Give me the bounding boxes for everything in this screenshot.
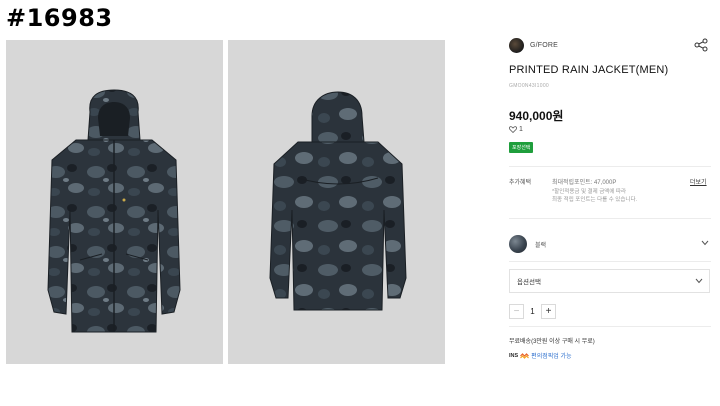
jacket-back-illustration: [269, 91, 407, 311]
chevron-down-icon: [701, 240, 709, 246]
pickup-label: 편의점픽업 가능: [531, 354, 572, 360]
post-id: #16983: [6, 4, 113, 32]
brand-name: G/FORE: [530, 42, 559, 49]
benefits-label: 추가혜택: [509, 180, 532, 186]
benefits-note: *할인적용금 및 결제 금액에 따라 최종 적립 포인트는 다를 수 있습니다.: [552, 188, 692, 204]
like-count: 1: [519, 126, 523, 133]
product-image-back[interactable]: [228, 40, 445, 364]
product-image-front[interactable]: [6, 40, 223, 364]
divider: [509, 218, 711, 219]
divider: [509, 261, 711, 262]
benefits-note-line: *할인적용금 및 결제 금액에 따라: [552, 189, 627, 195]
heart-icon: [509, 126, 517, 133]
like-button[interactable]: 1: [509, 126, 523, 133]
product-page: #16983 G/FORE PRINTED RAIN JACKET(MEN) G…: [0, 0, 720, 406]
pickup-tag: INS: [509, 352, 519, 359]
store-pickup-info[interactable]: INS 편의점픽업 가능: [509, 351, 572, 361]
quantity-decrease-button[interactable]: −: [509, 304, 524, 319]
quantity-stepper: − 1 +: [509, 303, 556, 320]
benefits-note-line: 최종 적립 포인트는 다를 수 있습니다.: [552, 197, 638, 203]
product-code: GMO0N43I1000: [509, 83, 550, 89]
brand-link[interactable]: G/FORE: [509, 38, 558, 53]
quantity-increase-button[interactable]: +: [541, 304, 556, 319]
brand-logo: [509, 38, 524, 53]
product-price: 940,000원: [509, 109, 564, 123]
share-icon[interactable]: [694, 38, 708, 52]
pickup-icon: [520, 352, 530, 359]
benefits-points: 최대적립포인트: 47,000P: [552, 180, 617, 186]
option-select-label: 옵션선택: [517, 279, 541, 286]
product-name: PRINTED RAIN JACKET(MEN): [509, 64, 669, 76]
color-selector[interactable]: 블랙: [509, 232, 711, 256]
jacket-front-illustration: [47, 89, 181, 333]
divider: [509, 326, 711, 327]
divider: [509, 166, 711, 167]
shipping-info: 무료배송(3만원 이상 구매 시 무료): [509, 339, 595, 345]
option-select[interactable]: 옵션선택: [509, 269, 710, 293]
quantity-value[interactable]: 1: [524, 307, 541, 316]
color-name: 블랙: [535, 242, 547, 249]
status-badge: 포장선택: [509, 142, 534, 153]
benefits-more-link[interactable]: 더보기: [690, 177, 707, 186]
color-swatch: [509, 235, 527, 253]
chevron-down-icon: [695, 278, 703, 284]
